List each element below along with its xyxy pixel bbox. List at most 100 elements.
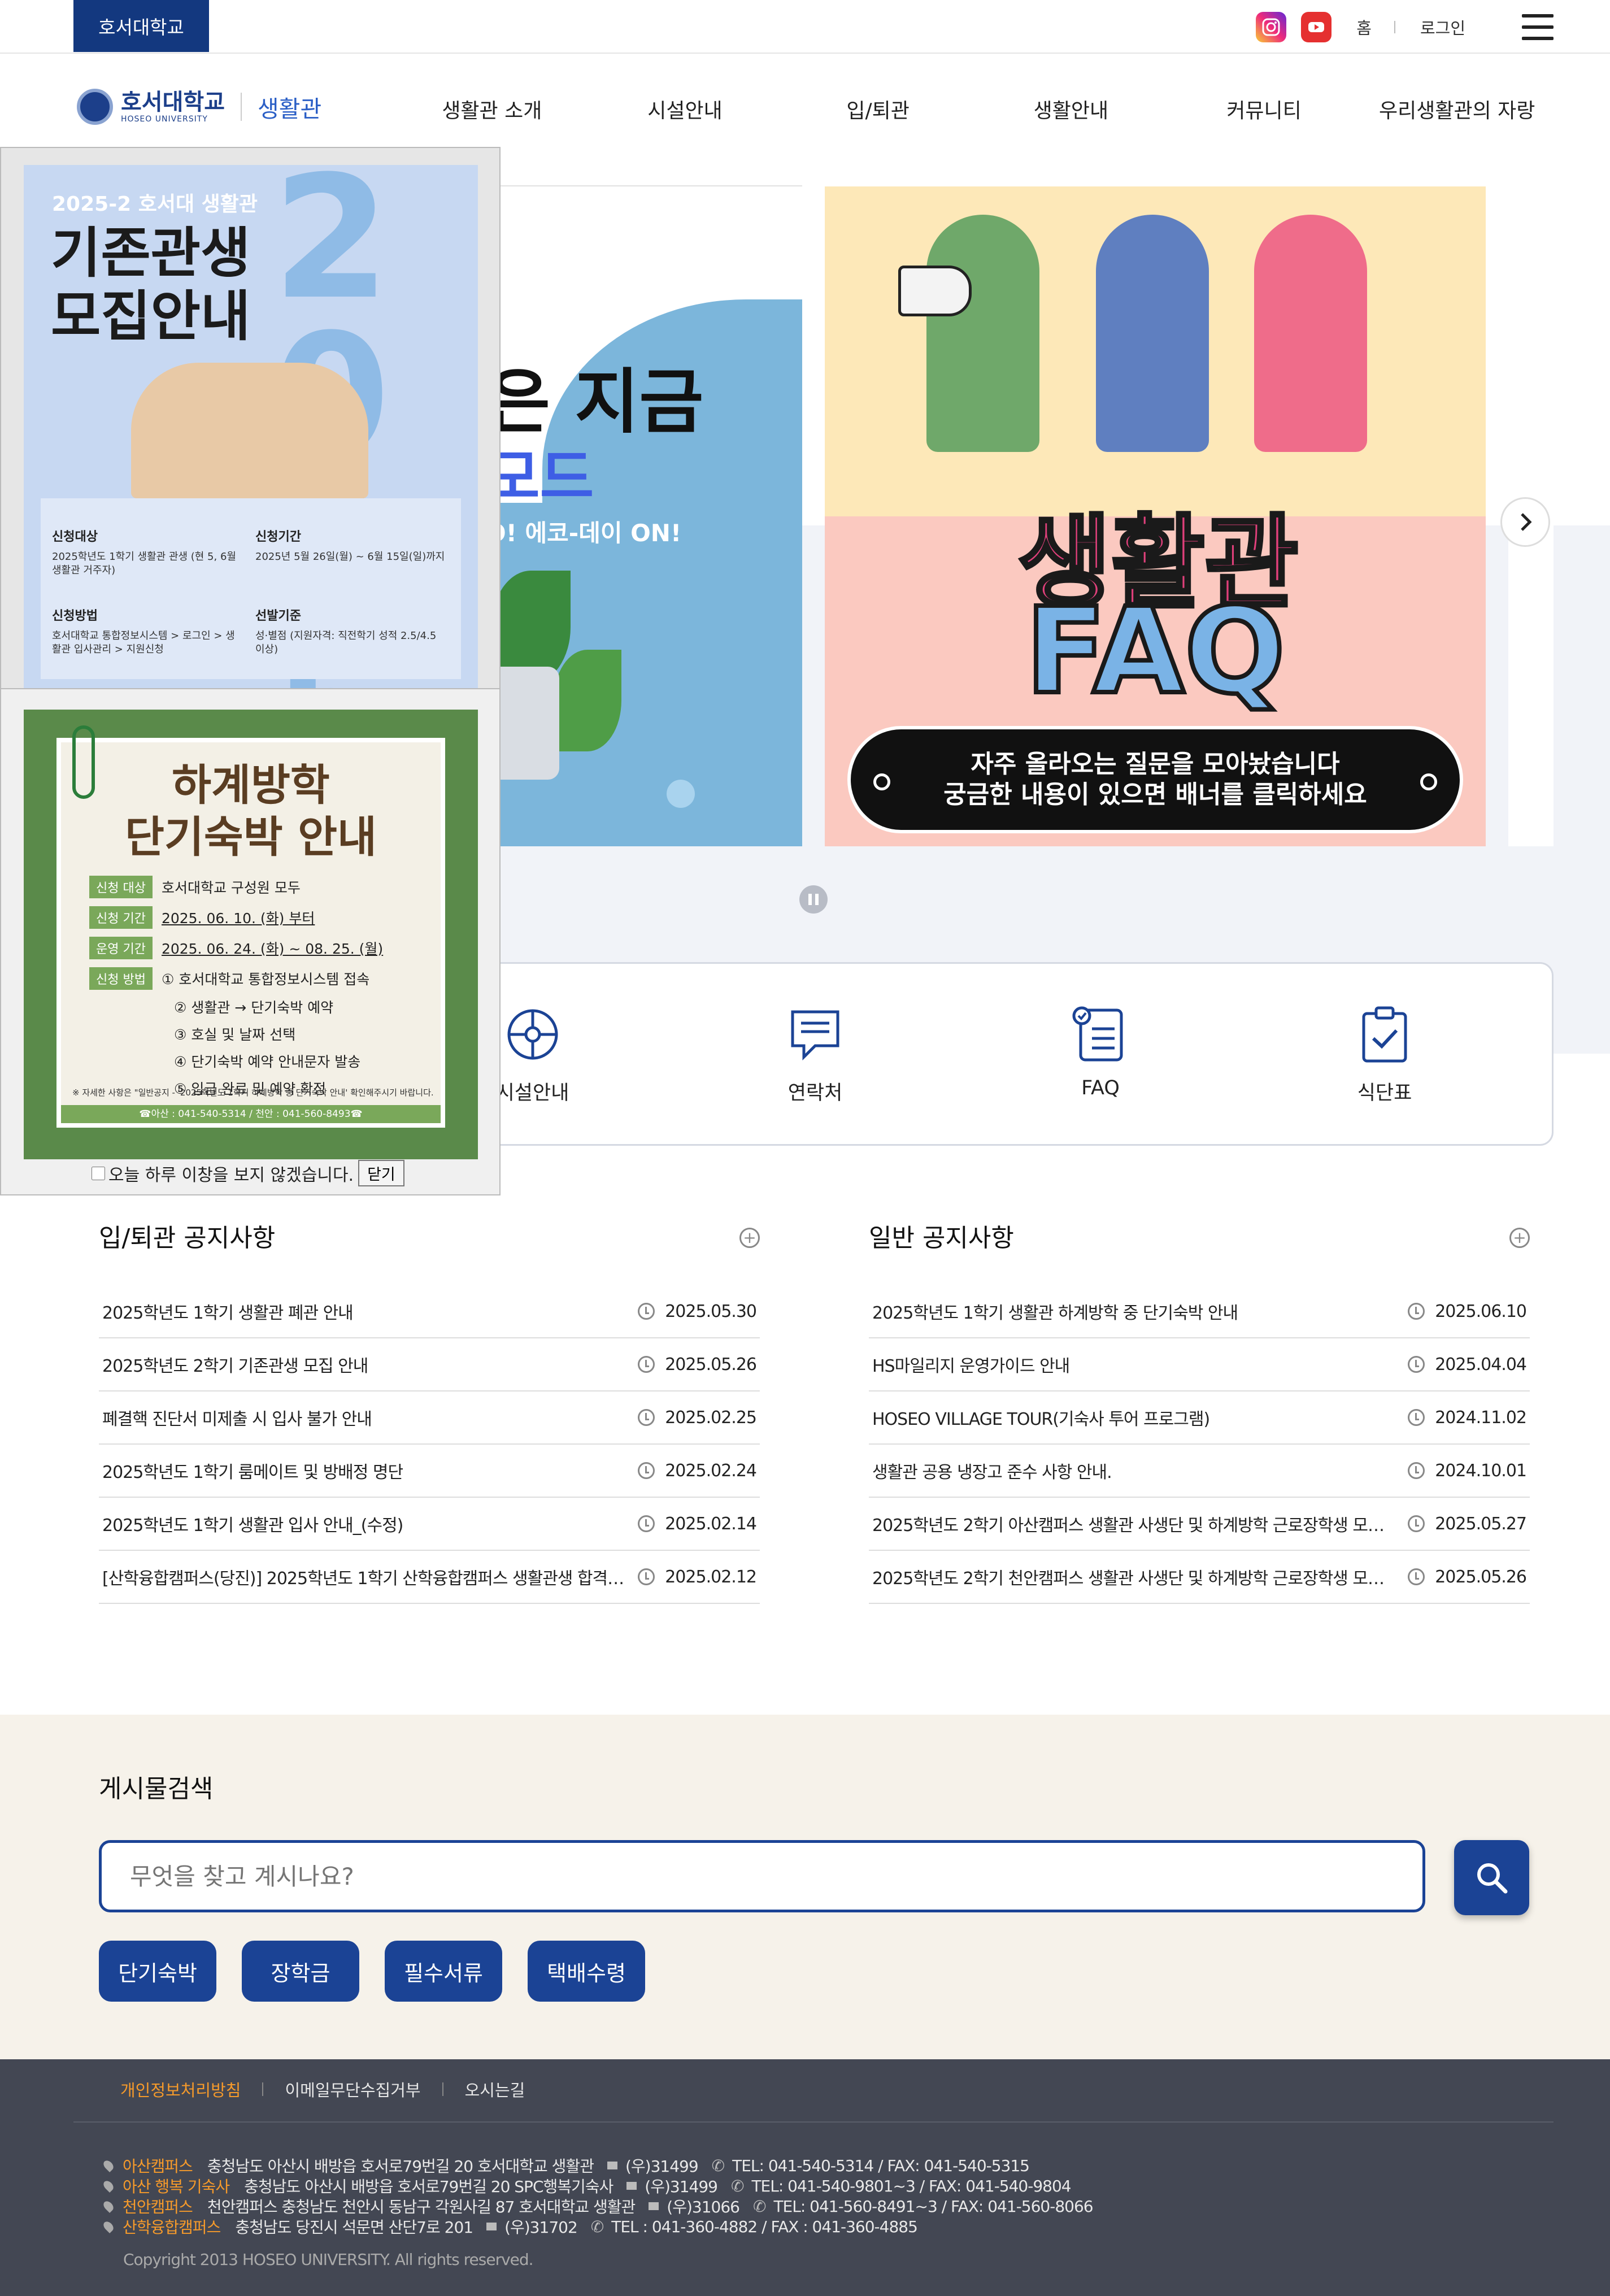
list-item-date: 2025.02.25 bbox=[665, 1407, 757, 1428]
university-home-tab[interactable]: 호서대학교 bbox=[73, 0, 209, 52]
popup-title: 하계방학 단기숙박 안내 bbox=[61, 759, 441, 863]
privacy-policy-link[interactable]: 개인정보처리방침 bbox=[120, 2077, 241, 2101]
list-item[interactable]: 2025학년도 1학기 생활관 폐관 안내 2025.05.30 bbox=[99, 1285, 760, 1338]
tag-required-docs[interactable]: 필수서류 bbox=[385, 1941, 502, 2002]
nav-item-about[interactable]: 생활관 소개 bbox=[395, 94, 589, 124]
directions-link[interactable]: 오시는길 bbox=[465, 2077, 525, 2101]
info-key: 신청 기간 bbox=[89, 906, 153, 929]
dial-icon bbox=[502, 1003, 564, 1066]
popup-close-button[interactable]: 닫기 bbox=[358, 1160, 404, 1186]
popup-info-panel: 신청대상 2025학년도 1학기 생활관 관생 (현 5, 6월 생활관 거주자… bbox=[41, 498, 461, 679]
quick-item-faq[interactable]: FAQ bbox=[1016, 1003, 1185, 1099]
info-key: 신청 대상 bbox=[89, 876, 153, 898]
info-value: 호서대학교 구성원 모두 bbox=[161, 880, 301, 896]
location-pin-icon bbox=[101, 2178, 116, 2193]
list-item-title[interactable]: [산학융합캠퍼스(당진)] 2025학년도 1학기 산학융합캠퍼스 생활관생 합… bbox=[102, 1564, 628, 1589]
campus-name: 아산 행복 기숙사 bbox=[123, 2177, 230, 2196]
board-list: 2025학년도 1학기 생활관 하계방학 중 단기숙박 안내 2025.06.10… bbox=[869, 1285, 1530, 1604]
info-key: 신청 방법 bbox=[89, 967, 153, 990]
tag-short-stay[interactable]: 단기숙박 bbox=[99, 1941, 216, 2002]
list-item[interactable]: 2025학년도 1학기 룸메이트 및 방배정 명단 2025.02.24 bbox=[99, 1445, 760, 1498]
popup-recruitment-image[interactable]: 20 25 2025-2 호서대 생활관 기존관생 모집안내 신청대상 2025… bbox=[24, 165, 478, 692]
info-value: 2025년 5월 26일(월) ~ 6월 15일(일)까지 bbox=[255, 551, 445, 563]
nav-item-living-guide[interactable]: 생활안내 bbox=[974, 94, 1168, 124]
checklist-icon bbox=[1069, 1003, 1132, 1066]
email-policy-link[interactable]: 이메일무단수집거부 bbox=[285, 2077, 420, 2101]
site-footer: 개인정보처리방침 이메일무단수집거부 오시는길 아산캠퍼스 충청남도 아산시 배방… bbox=[0, 2059, 1610, 2296]
home-link[interactable]: 홈 bbox=[1356, 15, 1372, 39]
nav-item-move-in-out[interactable]: 입/퇴관 bbox=[781, 94, 974, 124]
list-item[interactable]: 2025학년도 2학기 천안캠퍼스 생활관 사생단 및 하계방학 근로장학생 모… bbox=[869, 1551, 1530, 1604]
search-button[interactable] bbox=[1454, 1840, 1529, 1915]
university-emblem-icon bbox=[77, 89, 113, 125]
list-item[interactable]: 생활관 공용 냉장고 준수 사항 안내. 2024.10.01 bbox=[869, 1445, 1530, 1498]
instagram-icon[interactable] bbox=[1256, 12, 1287, 42]
more-plus-icon[interactable]: + bbox=[1509, 1228, 1530, 1248]
list-item[interactable]: 2025학년도 2학기 아산캠퍼스 생활관 사생단 및 하계방학 근로장학생 모… bbox=[869, 1498, 1530, 1551]
list-item-title[interactable]: 2025학년도 1학기 생활관 입사 안내_(수정) bbox=[102, 1511, 403, 1536]
popup-head: 2025-2 호서대 생활관 bbox=[52, 193, 258, 216]
list-item[interactable]: HS마일리지 운영가이드 안내 2025.04.04 bbox=[869, 1338, 1530, 1391]
water-drop-illustration bbox=[667, 780, 695, 808]
pause-icon[interactable] bbox=[799, 885, 828, 914]
logo-dormitory: 생활관 bbox=[258, 95, 322, 123]
popup-controls: 오늘 하루 이창을 보지 않겠습니다. 닫기 bbox=[92, 1160, 404, 1186]
list-item-date: 2024.11.02 bbox=[1435, 1407, 1527, 1428]
list-item[interactable]: HOSEO VILLAGE TOUR(기숙사 투어 프로그램) 2024.11.0… bbox=[869, 1391, 1530, 1445]
list-item-date: 2025.05.26 bbox=[1435, 1567, 1527, 1587]
list-item[interactable]: 2025학년도 1학기 생활관 하계방학 중 단기숙박 안내 2025.06.10 bbox=[869, 1285, 1530, 1338]
tag-scholarship[interactable]: 장학금 bbox=[242, 1941, 359, 2002]
quick-item-menu[interactable]: 식단표 bbox=[1300, 1003, 1469, 1106]
quick-label: 연락처 bbox=[787, 1082, 843, 1104]
students-illustration bbox=[131, 363, 368, 498]
faq-banner[interactable]: 생활관 FAQ 자주 올라오는 질문을 모아놨습니다 궁금한 내용이 있으면 배… bbox=[825, 186, 1486, 846]
info-row: 운영 기간 2025. 06. 24. (화) ~ 08. 25. (월) bbox=[89, 937, 441, 959]
list-item[interactable]: 2025학년도 2학기 기존관생 모집 안내 2025.05.26 bbox=[99, 1338, 760, 1391]
quick-item-contact[interactable]: 연락처 bbox=[730, 1003, 900, 1106]
nav-item-our-pride[interactable]: 우리생활관의 자랑 bbox=[1360, 94, 1554, 124]
eco-day-banner[interactable]: 은 지금 모드 O! 에코-데이 ON! bbox=[469, 186, 802, 846]
list-item-title[interactable]: 2025학년도 1학기 룸메이트 및 방배정 명단 bbox=[102, 1458, 403, 1483]
list-item-title[interactable]: HS마일리지 운영가이드 안내 bbox=[872, 1352, 1069, 1377]
list-item-title[interactable]: 2025학년도 2학기 아산캠퍼스 생활관 사생단 및 하계방학 근로장학생 모… bbox=[872, 1511, 1398, 1536]
list-item[interactable]: [산학융합캠퍼스(당진)] 2025학년도 1학기 산학융합캠퍼스 생활관생 합… bbox=[99, 1551, 760, 1604]
campus-tel: TEL: 041-540-9801~3 / FAX: 041-540-9804 bbox=[751, 2176, 1071, 2195]
list-item-title[interactable]: 2025학년도 2학기 기존관생 모집 안내 bbox=[102, 1352, 368, 1377]
board-general-notice: 일반 공지사항 + 2025학년도 1학기 생활관 하계방학 중 단기숙박 안내… bbox=[869, 1217, 1530, 1604]
list-item-title[interactable]: 2025학년도 1학기 생활관 하계방학 중 단기숙박 안내 bbox=[872, 1299, 1238, 1324]
clock-icon bbox=[1408, 1409, 1425, 1426]
list-item[interactable]: 2025학년도 1학기 생활관 입사 안내_(수정) 2025.02.14 bbox=[99, 1498, 760, 1551]
popup-recruitment: 20 25 2025-2 호서대 생활관 기존관생 모집안내 신청대상 2025… bbox=[0, 147, 501, 692]
list-item-date: 2025.02.24 bbox=[665, 1460, 757, 1481]
list-item-title[interactable]: 폐결핵 진단서 미제출 시 입사 불가 안내 bbox=[102, 1405, 372, 1430]
step-item: ② 생활관 → 단기숙박 예약 bbox=[174, 999, 334, 1016]
site-logo[interactable]: 호서대학교 HOSEO UNIVERSITY 생활관 bbox=[77, 89, 321, 125]
next-arrow-icon[interactable] bbox=[1500, 497, 1550, 547]
clock-icon bbox=[1408, 1515, 1425, 1532]
dont-show-today-checkbox[interactable] bbox=[92, 1166, 105, 1180]
search-icon bbox=[1477, 1863, 1507, 1893]
list-item-title[interactable]: HOSEO VILLAGE TOUR(기숙사 투어 프로그램) bbox=[872, 1405, 1209, 1430]
login-link[interactable]: 로그인 bbox=[1420, 15, 1465, 39]
hamburger-menu-icon[interactable] bbox=[1522, 14, 1554, 40]
popup-short-stay-image[interactable]: 하계방학 단기숙박 안내 신청 대상 호서대학교 구성원 모두 신청 기간 2025… bbox=[24, 710, 478, 1159]
utility-links: 홈 로그인 bbox=[1241, 12, 1554, 42]
list-item-title[interactable]: 2025학년도 1학기 생활관 폐관 안내 bbox=[102, 1299, 353, 1324]
logo-korean: 호서대학교 bbox=[121, 89, 225, 115]
clock-icon bbox=[638, 1568, 655, 1585]
board-title: 입/퇴관 공지사항 bbox=[99, 1224, 276, 1253]
info-value: 호서대학교 통합정보시스템 > 로그인 > 생활관 입사관리 > 지원신청 bbox=[52, 630, 235, 655]
info-value: ① 호서대학교 통합정보시스템 접속 bbox=[161, 971, 370, 988]
search-input[interactable] bbox=[99, 1840, 1425, 1912]
more-plus-icon[interactable]: + bbox=[739, 1228, 760, 1248]
nav-item-community[interactable]: 커뮤니티 bbox=[1168, 94, 1361, 124]
list-item-title[interactable]: 생활관 공용 냉장고 준수 사항 안내. bbox=[872, 1458, 1112, 1483]
list-item[interactable]: 폐결핵 진단서 미제출 시 입사 불가 안내 2025.02.25 bbox=[99, 1391, 760, 1445]
dont-show-today-label[interactable]: 오늘 하루 이창을 보지 않겠습니다. bbox=[108, 1161, 354, 1186]
list-item-title[interactable]: 2025학년도 2학기 천안캠퍼스 생활관 사생단 및 하계방학 근로장학생 모… bbox=[872, 1564, 1398, 1589]
youtube-icon[interactable] bbox=[1301, 12, 1332, 42]
popup-contact: ☎아산 : 041-540-5314 / 천안 : 041-560-8493☎ bbox=[61, 1105, 441, 1123]
clock-icon bbox=[1408, 1568, 1425, 1585]
tag-parcel[interactable]: 택배수령 bbox=[528, 1941, 645, 2002]
nav-item-facilities[interactable]: 시설안내 bbox=[589, 94, 782, 124]
